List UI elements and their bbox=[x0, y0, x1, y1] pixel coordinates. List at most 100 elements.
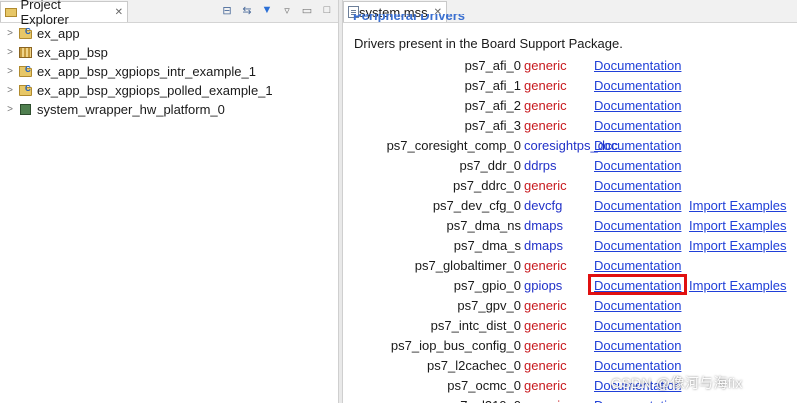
driver-name: generic bbox=[524, 258, 567, 273]
driver-row: ps7_dev_cfg_0 devcfg Documentation Import E… bbox=[343, 196, 797, 216]
driver-row: ps7_globaltimer_0 generic Documentation bbox=[343, 256, 797, 276]
chevron-right-icon[interactable]: > bbox=[4, 85, 16, 96]
driver-name: generic bbox=[524, 58, 567, 73]
driver-name[interactable]: ddrps bbox=[524, 158, 557, 173]
driver-row: ps7_dma_ns dmaps Documentation Import Examp… bbox=[343, 216, 797, 236]
driver-name: generic bbox=[524, 298, 567, 313]
peripheral-name: ps7_afi_2 bbox=[464, 98, 521, 113]
peripheral-name: ps7_afi_3 bbox=[464, 118, 521, 133]
tree-item-label: ex_app_bsp_xgpiops_polled_example_1 bbox=[37, 83, 273, 98]
documentation-link[interactable]: Documentation bbox=[594, 298, 681, 313]
section-title: Peripheral Drivers bbox=[353, 14, 466, 22]
bsp-icon bbox=[19, 46, 33, 59]
peripheral-name: ps7_gpv_0 bbox=[457, 298, 521, 313]
documentation-link[interactable]: Documentation bbox=[594, 358, 681, 373]
peripheral-name: ps7_l2cachec_0 bbox=[427, 358, 521, 373]
documentation-link[interactable]: Documentation bbox=[594, 218, 681, 233]
peripheral-name: ps7_afi_1 bbox=[464, 78, 521, 93]
link-with-editor-icon[interactable]: ⇆ bbox=[240, 3, 254, 17]
filter-icon[interactable]: ▼ bbox=[260, 3, 274, 17]
driver-name[interactable]: devcfg bbox=[524, 198, 562, 213]
documentation-link[interactable]: Documentation bbox=[594, 198, 681, 213]
driver-row: ps7_ddrc_0 generic Documentation bbox=[343, 176, 797, 196]
peripheral-name: ps7_ddr_0 bbox=[459, 158, 521, 173]
peripheral-name: ps7_dma_ns bbox=[446, 218, 521, 233]
c-project-folder-icon: C bbox=[19, 27, 33, 40]
section-description: Drivers present in the Board Support Pac… bbox=[354, 36, 623, 51]
c-project-folder-icon: C bbox=[19, 65, 33, 78]
driver-name: generic bbox=[524, 398, 567, 403]
tree-item-label: ex_app bbox=[37, 26, 80, 41]
documentation-link[interactable]: Documentation bbox=[594, 278, 681, 293]
minimize-icon[interactable]: ▭ bbox=[300, 3, 314, 17]
driver-name: generic bbox=[524, 358, 567, 373]
documentation-link[interactable]: Documentation bbox=[594, 318, 681, 333]
hw-platform-icon bbox=[19, 103, 33, 116]
chevron-right-icon[interactable]: > bbox=[4, 66, 16, 77]
driver-name: generic bbox=[524, 118, 567, 133]
documentation-link[interactable]: Documentation bbox=[594, 178, 681, 193]
project-explorer-panel: Project Explorer ✕ ⊟ ⇆ ▼ ▿ ▭ □ > C ex_ap… bbox=[0, 0, 338, 403]
documentation-link[interactable]: Documentation bbox=[594, 338, 681, 353]
driver-row: ps7_dma_s dmaps Documentation Import Exampl… bbox=[343, 236, 797, 256]
import-examples-link[interactable]: Import Examples bbox=[689, 278, 787, 293]
driver-name: generic bbox=[524, 178, 567, 193]
watermark: CSDN @像河与海fix bbox=[611, 375, 743, 391]
peripheral-name: ps7_dev_cfg_0 bbox=[432, 198, 521, 213]
tree-item[interactable]: > C ex_app_bsp_xgpiops_intr_example_1 bbox=[0, 62, 338, 81]
driver-row: ps7_afi_3 generic Documentation bbox=[343, 116, 797, 136]
driver-name: generic bbox=[524, 338, 567, 353]
tree-item[interactable]: > ex_app_bsp bbox=[0, 43, 338, 62]
collapse-all-icon[interactable]: ⊟ bbox=[220, 3, 234, 17]
documentation-link[interactable]: Documentation bbox=[594, 98, 681, 113]
peripheral-name: ps7_afi_0 bbox=[464, 58, 521, 73]
driver-name[interactable]: dmaps bbox=[524, 238, 563, 253]
driver-name[interactable]: gpiops bbox=[524, 278, 562, 293]
c-project-folder-icon: C bbox=[19, 84, 33, 97]
project-tree: > C ex_app > ex_app_bsp > C ex_app_bsp_x… bbox=[0, 24, 338, 119]
documentation-link[interactable]: Documentation bbox=[594, 398, 681, 403]
peripheral-name: ps7_pl310_0 bbox=[447, 398, 521, 403]
driver-row: ps7_gpv_0 generic Documentation bbox=[343, 296, 797, 316]
documentation-link[interactable]: Documentation bbox=[594, 78, 681, 93]
system-mss-editor: system.mss ✕ Peripheral Drivers Drivers … bbox=[343, 0, 797, 403]
driver-name[interactable]: dmaps bbox=[524, 218, 563, 233]
tree-item[interactable]: > C ex_app bbox=[0, 24, 338, 43]
tree-item-label: ex_app_bsp bbox=[37, 45, 108, 60]
peripheral-name: ps7_coresight_comp_0 bbox=[386, 138, 521, 153]
documentation-link[interactable]: Documentation bbox=[594, 138, 681, 153]
maximize-icon[interactable]: □ bbox=[320, 3, 334, 17]
view-menu-icon[interactable]: ▿ bbox=[280, 3, 294, 17]
documentation-link[interactable]: Documentation bbox=[594, 258, 681, 273]
peripheral-name: ps7_globaltimer_0 bbox=[414, 258, 521, 273]
driver-row: ps7_afi_2 generic Documentation bbox=[343, 96, 797, 116]
tree-item-label: ex_app_bsp_xgpiops_intr_example_1 bbox=[37, 64, 256, 79]
driver-name: generic bbox=[524, 318, 567, 333]
close-icon[interactable]: ✕ bbox=[115, 7, 123, 18]
tree-item[interactable]: > C ex_app_bsp_xgpiops_polled_example_1 bbox=[0, 81, 338, 100]
tree-item[interactable]: > system_wrapper_hw_platform_0 bbox=[0, 100, 338, 119]
import-examples-link[interactable]: Import Examples bbox=[689, 198, 787, 213]
driver-row: ps7_gpio_0 gpiops Documentation Import Exam… bbox=[343, 274, 797, 296]
driver-row: ps7_ddr_0 ddrps Documentation bbox=[343, 156, 797, 176]
driver-name: generic bbox=[524, 98, 567, 113]
import-examples-link[interactable]: Import Examples bbox=[689, 238, 787, 253]
driver-name: generic bbox=[524, 378, 567, 393]
driver-row: ps7_afi_0 generic Documentation bbox=[343, 56, 797, 76]
chevron-right-icon[interactable]: > bbox=[4, 28, 16, 39]
peripheral-name: ps7_iop_bus_config_0 bbox=[390, 338, 521, 353]
driver-row: ps7_coresight_comp_0 coresightps_dcc Docum… bbox=[343, 136, 797, 156]
import-examples-link[interactable]: Import Examples bbox=[689, 218, 787, 233]
documentation-link[interactable]: Documentation bbox=[594, 158, 681, 173]
documentation-link[interactable]: Documentation bbox=[594, 58, 681, 73]
driver-row: ps7_afi_1 generic Documentation bbox=[343, 76, 797, 96]
peripheral-name: ps7_ddrc_0 bbox=[453, 178, 521, 193]
documentation-link[interactable]: Documentation bbox=[594, 118, 681, 133]
chevron-right-icon[interactable]: > bbox=[4, 47, 16, 58]
documentation-link[interactable]: Documentation bbox=[594, 238, 681, 253]
peripheral-name: ps7_ocmc_0 bbox=[447, 378, 521, 393]
chevron-right-icon[interactable]: > bbox=[4, 104, 16, 115]
tab-project-explorer[interactable]: Project Explorer ✕ bbox=[0, 0, 128, 27]
tree-item-label: system_wrapper_hw_platform_0 bbox=[37, 102, 225, 117]
driver-name: generic bbox=[524, 78, 567, 93]
